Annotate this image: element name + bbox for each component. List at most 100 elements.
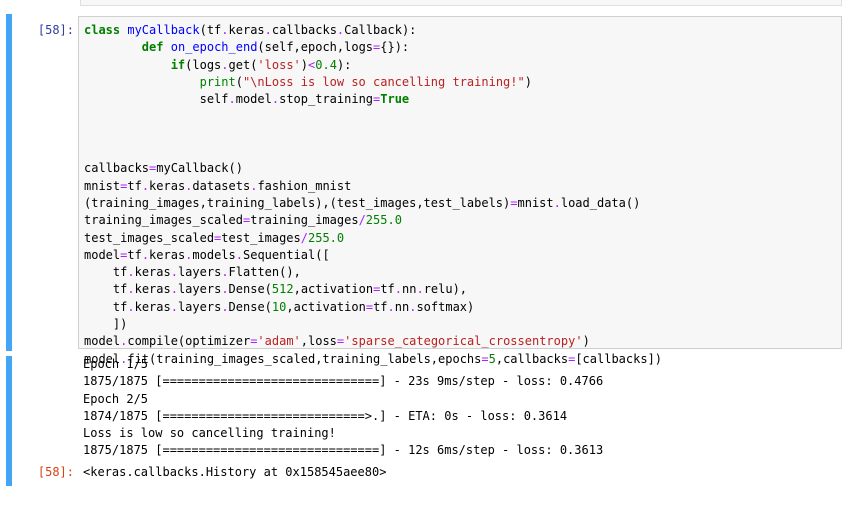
code-token: /	[358, 213, 366, 228]
code-token: .	[235, 247, 243, 262]
code-token: =	[365, 299, 374, 314]
code-token: .	[416, 282, 424, 297]
code-token: nn	[402, 282, 417, 297]
code-token: .	[228, 92, 236, 107]
code-token: tf	[380, 282, 395, 297]
code-token: tf	[84, 265, 128, 280]
code-token: tf	[84, 282, 128, 297]
code-token: )	[300, 57, 309, 72]
code-token: (tf	[199, 23, 222, 37]
code-token: 255.0	[308, 230, 345, 245]
code-token: .	[170, 282, 178, 297]
code-token: mnist	[517, 195, 554, 210]
code-token: (self,epoch,logs	[257, 40, 374, 55]
code-token: def	[141, 40, 164, 55]
code-token: get(	[228, 57, 258, 72]
stream-line: 1874/1875 [============================>…	[83, 408, 568, 423]
code-token: .	[264, 23, 272, 37]
code-token: softmax)	[416, 299, 475, 314]
code-token: )	[524, 74, 532, 89]
code-line: tf.keras.layers.Flatten(),	[84, 264, 662, 281]
code-token: True	[380, 92, 410, 107]
code-token: if	[170, 57, 186, 72]
code-token: class	[84, 23, 121, 37]
code-token: nn	[394, 299, 410, 314]
code-line: if(logs.get('loss')<0.4):	[84, 57, 662, 74]
code-token: (logs	[185, 57, 222, 72]
code-token: 'adam'	[257, 334, 301, 349]
code-token: .	[553, 195, 561, 210]
code-token: .	[271, 92, 280, 107]
input-prompt: [58]:	[37, 23, 74, 37]
code-token: stop_training	[279, 92, 374, 107]
code-token: layers	[177, 299, 222, 314]
code-token: model	[84, 247, 121, 262]
code-token: keras	[134, 282, 171, 297]
code-token: .	[170, 265, 178, 280]
code-editor[interactable]: class myCallback(tf.keras.callbacks.Call…	[78, 16, 842, 366]
stream-output: Epoch 1/5 1875/1875 [====================…	[83, 356, 603, 460]
code-token: ):	[336, 57, 352, 72]
code-token: model	[84, 334, 121, 349]
code-token: .	[394, 282, 402, 297]
code-token: /	[300, 230, 308, 245]
execute-result: <keras.callbacks.History at 0x158545aee8…	[83, 465, 387, 479]
code-token: training_images	[250, 213, 359, 228]
stream-line: Epoch 1/5	[83, 357, 149, 371]
code-token: callbacks	[271, 23, 337, 37]
output-prompt: [58]:	[37, 465, 74, 479]
code-token: (	[235, 74, 243, 89]
code-line: ​	[84, 108, 662, 125]
code-line: ​	[84, 143, 662, 160]
previous-cell-edge	[80, 0, 842, 6]
code-token: Dense(	[228, 282, 272, 297]
code-line: (training_images,training_labels),(test_…	[84, 195, 662, 212]
code-token: .	[221, 23, 229, 37]
code-token: test_images_scaled	[84, 230, 215, 245]
code-token: .	[221, 282, 229, 297]
code-token: .	[170, 299, 178, 314]
code-token: keras	[228, 23, 265, 37]
code-token: myCallback()	[156, 161, 243, 176]
code-token: 512	[271, 282, 294, 297]
code-token: 'loss'	[257, 57, 301, 72]
code-line: training_images_scaled=training_images/2…	[84, 212, 662, 229]
code-token: callbacks	[84, 161, 150, 176]
code-line: ])	[84, 316, 662, 333]
code-token: =	[510, 195, 518, 210]
code-token: 0.4	[315, 57, 337, 72]
code-token: tf	[127, 178, 142, 193]
stream-line: Epoch 2/5	[83, 391, 149, 406]
code-token: ])	[84, 317, 128, 332]
code-token: {}):	[380, 40, 410, 55]
code-line: model.compile(optimizer='adam',loss='spa…	[84, 333, 662, 350]
code-token: )	[582, 334, 590, 349]
code-token: print	[199, 74, 236, 89]
code-token: Flatten(),	[228, 265, 301, 280]
output-cell-collapse-bar[interactable]	[6, 356, 12, 486]
code-token: .	[127, 265, 135, 280]
code-token: ,activation	[286, 299, 366, 314]
code-token: .	[141, 178, 150, 193]
code-token: fashion_mnist	[257, 178, 352, 193]
code-token: keras	[134, 265, 171, 280]
code-token: .	[221, 265, 229, 280]
code-token: 'sparse_categorical_crossentropy'	[344, 334, 583, 349]
code-line: callbacks=myCallback()	[84, 160, 662, 177]
code-token: myCallback	[127, 23, 200, 37]
code-token: tf	[373, 299, 388, 314]
code-token: .	[387, 299, 395, 314]
code-line: tf.keras.layers.Dense(512,activation=tf.…	[84, 281, 662, 298]
code-token: .	[127, 299, 135, 314]
code-token: .	[127, 282, 135, 297]
input-cell-selection-bar[interactable]	[6, 14, 12, 351]
code-token: ,loss	[300, 334, 337, 349]
code-token: compile(optimizer	[127, 334, 251, 349]
code-token: Sequential([	[243, 247, 330, 262]
code-token: tf	[127, 247, 142, 262]
code-token: "\nLoss is low so cancelling training!"	[242, 74, 525, 89]
code-line: tf.keras.layers.Dense(10,activation=tf.n…	[84, 299, 662, 316]
